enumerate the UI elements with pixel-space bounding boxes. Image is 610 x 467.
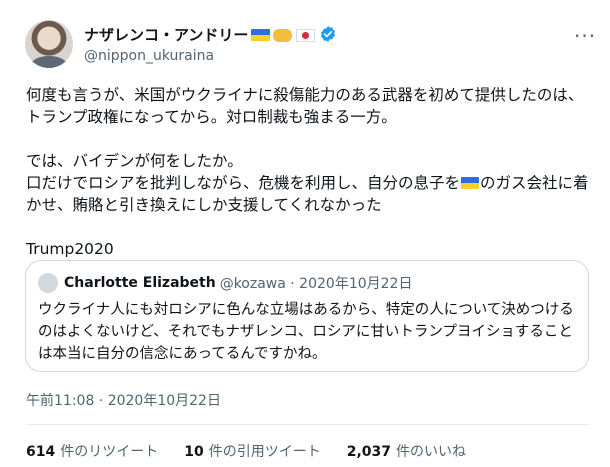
verified-badge-icon [321, 26, 336, 42]
quotes-count: 10 [184, 444, 204, 460]
author-name[interactable]: ナザレンコ・アンドリー [84, 24, 248, 45]
quoted-tweet[interactable]: Charlotte Elizabeth @kozawa · 2020年10月22… [25, 260, 589, 372]
quoted-tweet-text: ウクライナ人にも対ロシアに色んな立場はあるから、特定の人について決めつけるのはよ… [38, 302, 574, 362]
handshake-icon [273, 28, 293, 42]
author-name-row: ナザレンコ・アンドリー [84, 23, 337, 45]
ukraine-flag-icon [461, 177, 480, 189]
quoted-author-name: Charlotte Elizabeth [64, 275, 216, 291]
ukraine-flag-icon [251, 29, 271, 41]
tweet-stats: 614 件のリツイート 10 件の引用ツイート 2,037 件のいいね [26, 441, 492, 461]
retweets-label: 件のリツイート [60, 444, 159, 460]
tweet-header: ナザレンコ・アンドリー @nippon_ukuraina [84, 23, 337, 64]
avatar-shirt [31, 56, 67, 68]
divider [26, 424, 590, 425]
quoted-tweet-header: Charlotte Elizabeth @kozawa · 2020年10月22… [38, 273, 412, 293]
quotes-stat[interactable]: 10 件の引用ツイート [184, 441, 320, 461]
quotes-label: 件の引用ツイート [208, 444, 321, 460]
author-avatar[interactable] [25, 20, 73, 68]
quoted-author-meta: @kozawa · 2020年10月22日 [219, 276, 413, 292]
likes-label: 件のいいね [396, 444, 467, 460]
japan-flag-icon [296, 28, 316, 42]
tweet-timestamp[interactable]: 午前11:08 · 2020年10月22日 [26, 390, 221, 410]
likes-stat[interactable]: 2,037 件のいいね [347, 441, 466, 461]
likes-count: 2,037 [346, 444, 392, 460]
author-handle[interactable]: @nippon_ukuraina [84, 48, 337, 64]
tweet-text: 何度も言うが、米国がウクライナに殺傷能力のある武器を初めて提供したのは、トランプ… [26, 84, 596, 260]
quoted-author-avatar [38, 273, 58, 293]
more-icon[interactable]: ··· [574, 24, 596, 48]
retweets-count: 614 [26, 444, 56, 460]
retweets-stat[interactable]: 614 件のリツイート [26, 441, 158, 461]
